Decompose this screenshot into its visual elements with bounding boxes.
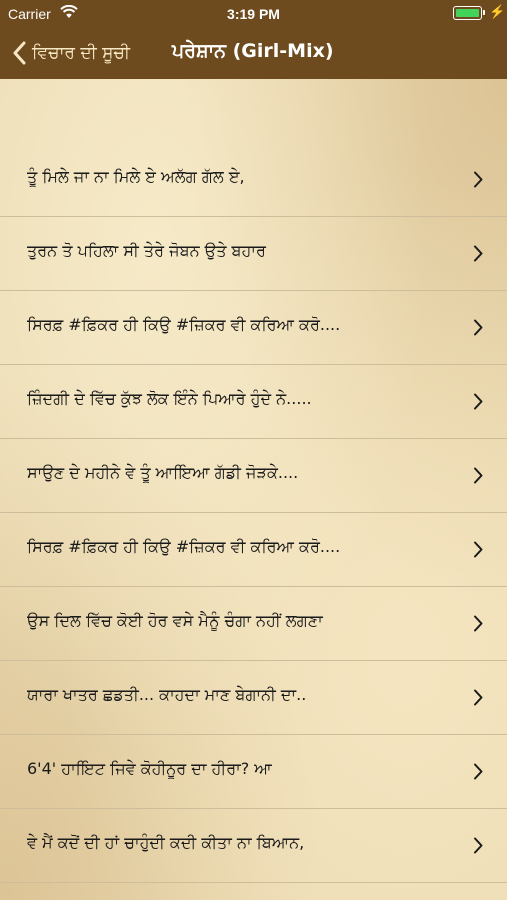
list-item[interactable]: ਯਾਰਾ ਖਾਤਰ ਛਡਤੀ... ਕਾਹਦਾ ਮਾਣ ਬੇਗਾਨੀ ਦਾ..	[0, 661, 507, 735]
navigation-bar: ਵਿਚਾਰ ਦੀ ਸੂਚੀ ਪਰੇਸ਼ਾਨ (Girl-Mix)	[0, 27, 507, 79]
list-item-label: ਵੇ ਮੈਂ ਕਦੋਂ ਦੀ ਹਾਂ ਚਾਹੁੰਦੀ ਕਦੀ ਕੀਤਾ ਨਾ ਬ…	[27, 833, 305, 852]
battery-fill	[456, 9, 479, 17]
charging-bolt-icon: ⚡	[489, 4, 506, 19]
list-item-label: ਜ਼ਿੰਦਗੀ ਦੇ ਵਿੱਚ ਕੁੱਝ ਲੋਕ ਇੰਨੇ ਪਿਆਰੇ ਹੁੰਦ…	[27, 389, 312, 408]
list-item[interactable]: ਸਿਰਫ਼ #ਫ਼ਿਕਰ ਹੀ ਕਿਉ #ਜ਼ਿਕਰ ਵੀ ਕਰਿਆ ਕਰੋ..…	[0, 291, 507, 365]
content-area: ਤੂੰ ਮਿਲੇ ਜਾ ਨਾ ਮਿਲੇ ਏ ਅਲੱਗ ਗੱਲ ਏ, ਤੁਰਨ ਤੋ…	[0, 79, 507, 900]
status-bar: Carrier 3:19 PM ⚡	[0, 0, 507, 27]
chevron-right-icon	[474, 171, 483, 188]
chevron-right-icon	[474, 245, 483, 262]
list-item[interactable]: ਤੁਰਨ ਤੋ ਪਹਿਲਾ ਸੀ ਤੇਰੇ ਜੋਬਨ ਉਤੇ ਬਹਾਰ	[0, 217, 507, 291]
list-item[interactable]: 6'4' ਹਾਇਿਟ ਜਿਵੇ ਕੋਹੀਨੂਰ ਦਾ ਹੀਰਾ? ਆ	[0, 735, 507, 809]
chevron-right-icon	[474, 467, 483, 484]
list-item[interactable]: ਤੂੰ ਮਿਲੇ ਜਾ ਨਾ ਮਿਲੇ ਏ ਅਲੱਗ ਗੱਲ ਏ,	[0, 143, 507, 217]
page-title: ਪਰੇਸ਼ਾਨ (Girl-Mix)	[172, 40, 334, 62]
list-item-label: 6'4' ਹਾਇਿਟ ਜਿਵੇ ਕੋਹੀਨੂਰ ਦਾ ਹੀਰਾ? ਆ	[27, 759, 272, 778]
list-item[interactable]: ਸਿਰਫ਼ #ਫ਼ਿਕਰ ਹੀ ਕਿਉ #ਜ਼ਿਕਰ ਵੀ ਕਰਿਆ ਕਰੋ..…	[0, 513, 507, 587]
chevron-right-icon	[474, 393, 483, 410]
list-item[interactable]: ਜ਼ਿੰਦਗੀ ਦੇ ਵਿੱਚ ਕੁੱਝ ਲੋਕ ਇੰਨੇ ਪਿਆਰੇ ਹੁੰਦ…	[0, 365, 507, 439]
back-chevron-icon	[13, 41, 26, 65]
quote-list: ਤੂੰ ਮਿਲੇ ਜਾ ਨਾ ਮਿਲੇ ਏ ਅਲੱਗ ਗੱਲ ਏ, ਤੁਰਨ ਤੋ…	[0, 143, 507, 883]
list-item-label: ਤੂੰ ਮਿਲੇ ਜਾ ਨਾ ਮਿਲੇ ਏ ਅਲੱਗ ਗੱਲ ਏ,	[27, 167, 245, 186]
list-item[interactable]: ਵੇ ਮੈਂ ਕਦੋਂ ਦੀ ਹਾਂ ਚਾਹੁੰਦੀ ਕਦੀ ਕੀਤਾ ਨਾ ਬ…	[0, 809, 507, 883]
back-button[interactable]: ਵਿਚਾਰ ਦੀ ਸੂਚੀ	[12, 37, 130, 69]
list-item-label: ਸਿਰਫ਼ #ਫ਼ਿਕਰ ਹੀ ਕਿਉ #ਜ਼ਿਕਰ ਵੀ ਕਰਿਆ ਕਰੋ..…	[27, 537, 341, 556]
list-item-label: ਉਸ ਦਿਲ ਵਿੱਚ ਕੋਈ ਹੋਰ ਵਸੇ ਮੈਨੂੰ ਚੰਗਾ ਨਹੀਂ …	[27, 611, 323, 630]
back-label: ਵਿਚਾਰ ਦੀ ਸੂਚੀ	[32, 43, 131, 63]
list-item-label: ਯਾਰਾ ਖਾਤਰ ਛਡਤੀ... ਕਾਹਦਾ ਮਾਣ ਬੇਗਾਨੀ ਦਾ..	[27, 685, 307, 704]
list-item-label: ਸਾਉਣ ਦੇ ਮਹੀਨੇ ਵੇ ਤੂੰ ਆਇਿਆ ਗੱਡੀ ਜੋੜਕੇ....	[27, 463, 299, 482]
list-item-label: ਸਿਰਫ਼ #ਫ਼ਿਕਰ ਹੀ ਕਿਉ #ਜ਼ਿਕਰ ਵੀ ਕਰਿਆ ਕਰੋ..…	[27, 315, 341, 334]
list-item-label: ਤੁਰਨ ਤੋ ਪਹਿਲਾ ਸੀ ਤੇਰੇ ਜੋਬਨ ਉਤੇ ਬਹਾਰ	[27, 241, 266, 260]
chevron-right-icon	[474, 541, 483, 558]
chevron-right-icon	[474, 319, 483, 336]
chevron-right-icon	[474, 763, 483, 780]
battery-icon: ⚡	[453, 4, 505, 20]
list-item[interactable]: ਉਸ ਦਿਲ ਵਿੱਚ ਕੋਈ ਹੋਰ ਵਸੇ ਮੈਨੂੰ ਚੰਗਾ ਨਹੀਂ …	[0, 587, 507, 661]
chevron-right-icon	[474, 837, 483, 854]
chevron-right-icon	[474, 689, 483, 706]
list-item[interactable]: ਸਾਉਣ ਦੇ ਮਹੀਨੇ ਵੇ ਤੂੰ ਆਇਿਆ ਗੱਡੀ ਜੋੜਕੇ....	[0, 439, 507, 513]
clock: 3:19 PM	[227, 6, 280, 22]
chevron-right-icon	[474, 615, 483, 632]
